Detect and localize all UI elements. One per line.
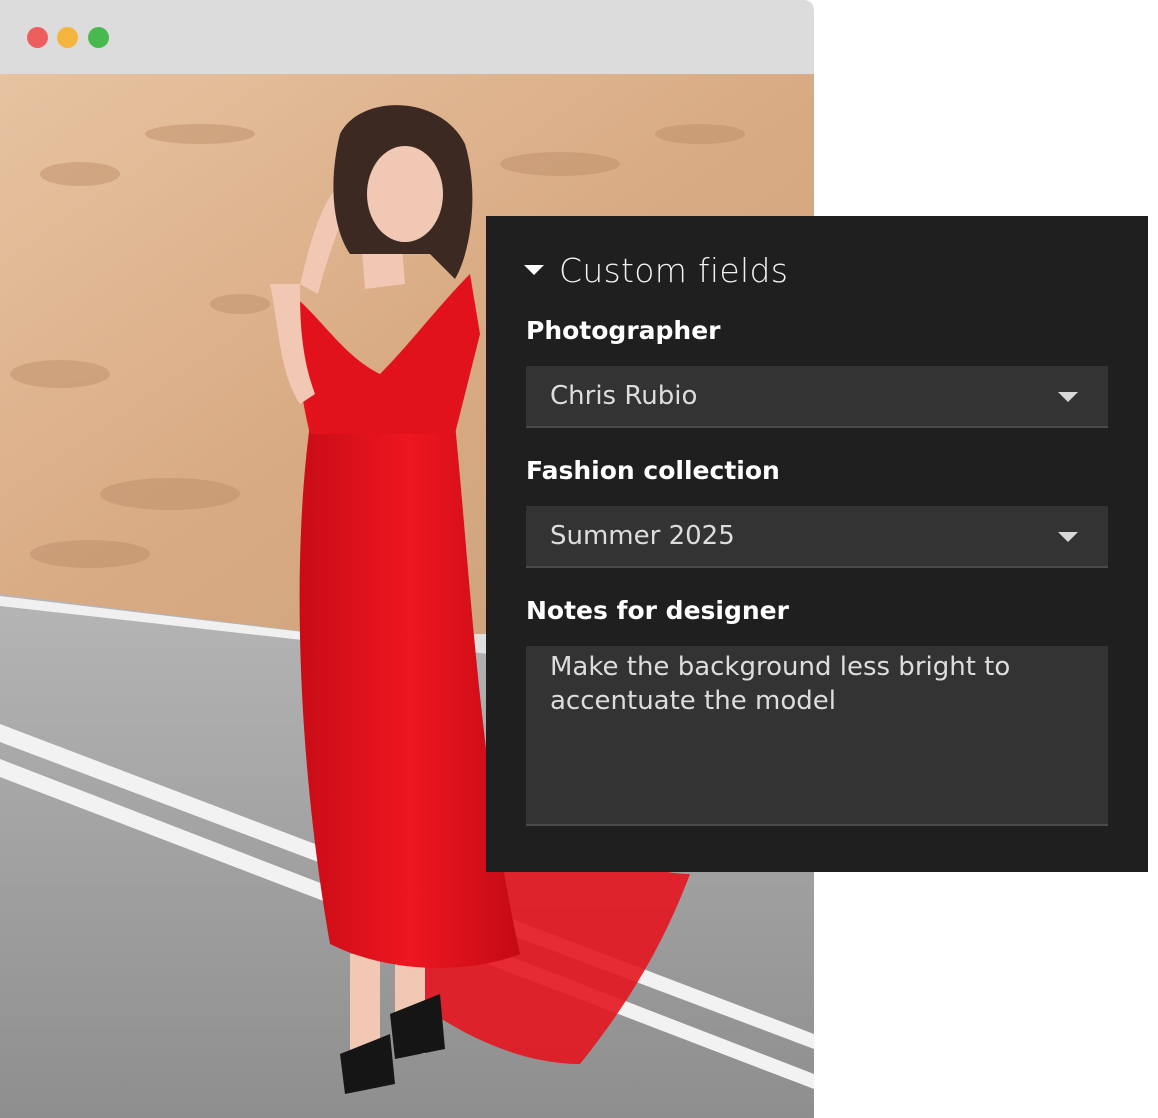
maximize-window-button[interactable] xyxy=(88,27,109,48)
window-titlebar xyxy=(0,0,814,74)
caret-down-icon xyxy=(524,265,544,275)
fashion-collection-select[interactable]: Summer 2025 xyxy=(526,506,1108,568)
panel-title: Custom fields xyxy=(559,250,789,290)
fashion-collection-label: Fashion collection xyxy=(526,456,780,485)
notes-label: Notes for designer xyxy=(526,596,789,625)
minimize-window-button[interactable] xyxy=(57,27,78,48)
face xyxy=(367,146,443,242)
fashion-collection-value: Summer 2025 xyxy=(550,521,735,551)
custom-fields-panel: Custom fields Photographer Chris Rubio F… xyxy=(486,216,1148,872)
custom-fields-toggle[interactable]: Custom fields xyxy=(524,250,788,290)
notes-textarea[interactable]: Make the background less bright to accen… xyxy=(526,646,1108,826)
chevron-down-icon xyxy=(1058,532,1078,542)
photographer-select[interactable]: Chris Rubio xyxy=(526,366,1108,428)
close-window-button[interactable] xyxy=(27,27,48,48)
photographer-value: Chris Rubio xyxy=(550,381,698,411)
chevron-down-icon xyxy=(1058,392,1078,402)
photographer-label: Photographer xyxy=(526,316,721,345)
